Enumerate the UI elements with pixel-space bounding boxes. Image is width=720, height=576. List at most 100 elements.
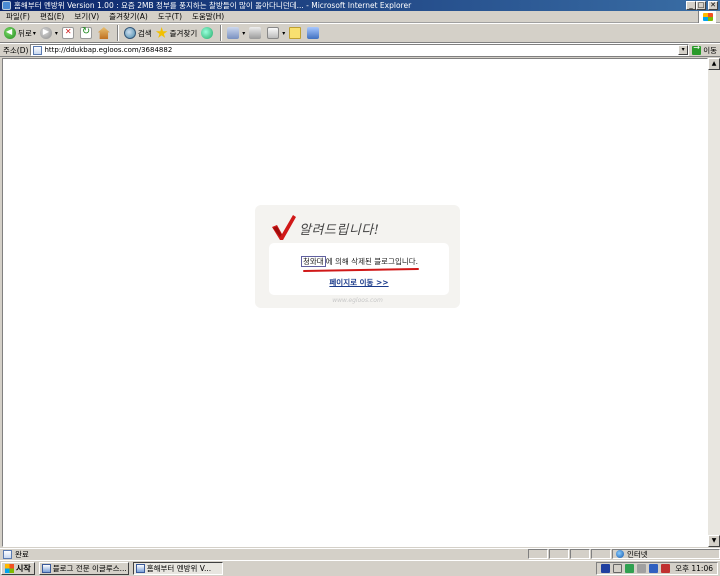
volume-icon[interactable] bbox=[649, 564, 659, 573]
taskbar-item-egloos[interactable]: 블로그 전문 이글루스... bbox=[38, 562, 129, 575]
window-title: 홈해부터 멘방위 Version 1.00 : 요즘 2MB 정부를 풍지하는 … bbox=[14, 1, 412, 10]
minimize-button[interactable]: _ bbox=[686, 1, 696, 10]
standard-toolbar: 뒤로 ▾ ▾ 검색 즐겨찾기 ▾ ▾ bbox=[0, 23, 720, 43]
menu-bar: 파일(F) 편집(E) 보기(V) 즐겨찾기(A) 도구(T) 도움말(H) bbox=[0, 11, 720, 23]
menu-file[interactable]: 파일(F) bbox=[0, 11, 35, 22]
note-button[interactable] bbox=[287, 24, 305, 42]
red-underline bbox=[302, 267, 420, 273]
message-highlight: 청와대 bbox=[301, 256, 326, 267]
mail-icon bbox=[227, 27, 240, 39]
ime-icon[interactable] bbox=[601, 564, 611, 573]
menu-edit[interactable]: 편집(E) bbox=[35, 11, 69, 22]
windows-logo-icon bbox=[703, 13, 713, 21]
page-icon bbox=[33, 45, 43, 55]
address-field[interactable]: ▾ bbox=[30, 44, 690, 56]
antivirus-icon[interactable] bbox=[661, 564, 671, 573]
star-icon bbox=[155, 27, 168, 38]
back-button[interactable]: 뒤로 ▾ bbox=[2, 24, 38, 42]
edit-dropdown-icon[interactable]: ▾ bbox=[282, 30, 285, 37]
message-rest: 에 의해 삭제된 블로그입니다. bbox=[325, 257, 419, 266]
messenger-icon bbox=[307, 27, 320, 39]
back-arrow-icon bbox=[4, 27, 16, 39]
task-label: 홈해부터 멘방위 V... bbox=[146, 564, 212, 573]
menu-tools[interactable]: 도구(T) bbox=[153, 11, 187, 22]
vertical-scrollbar[interactable]: ▲ ▼ bbox=[708, 58, 720, 547]
deleted-message: 청와대 에 의해 삭제된 블로그입니다. bbox=[301, 256, 418, 267]
system-tray: 오후 11:06 bbox=[596, 562, 718, 575]
close-button[interactable]: ✕ bbox=[708, 1, 718, 10]
forward-button[interactable]: ▾ bbox=[38, 24, 60, 42]
address-input[interactable] bbox=[44, 46, 679, 54]
stop-button[interactable] bbox=[60, 24, 78, 42]
security-zone: 인터넷 bbox=[612, 549, 720, 559]
address-bar: 주소(D) ▾ 이동 bbox=[0, 43, 720, 57]
maximize-button[interactable]: □ bbox=[696, 1, 706, 10]
notice-box: 알려드립니다! 청와대 에 의해 삭제된 블로그입니다. 페이지로 이동 >> w… bbox=[255, 205, 460, 308]
taskbar: 시작 블로그 전문 이글루스... 홈해부터 멘방위 V... 오후 11:06 bbox=[0, 560, 720, 576]
back-label: 뒤로 bbox=[18, 28, 32, 38]
address-label: 주소(D) bbox=[3, 45, 29, 55]
edit-button[interactable]: ▾ bbox=[265, 24, 287, 42]
menu-favorites[interactable]: 즐겨찾기(A) bbox=[104, 11, 153, 22]
toolbar-separator bbox=[220, 25, 223, 41]
window-controls: _ □ ✕ bbox=[686, 1, 718, 10]
menu-view[interactable]: 보기(V) bbox=[69, 11, 104, 22]
globe-icon bbox=[616, 550, 624, 558]
print-button[interactable] bbox=[247, 24, 265, 42]
search-button[interactable]: 검색 bbox=[122, 24, 154, 42]
favorites-button[interactable]: 즐겨찾기 bbox=[154, 24, 200, 42]
status-cell bbox=[549, 549, 569, 559]
throbber bbox=[698, 11, 716, 23]
back-dropdown-icon[interactable]: ▾ bbox=[33, 30, 36, 37]
notice-inner-panel: 청와대 에 의해 삭제된 블로그입니다. 페이지로 이동 >> bbox=[269, 243, 449, 295]
start-button[interactable]: 시작 bbox=[1, 562, 35, 575]
printer-icon bbox=[249, 27, 262, 39]
refresh-icon bbox=[79, 26, 92, 39]
security-icon[interactable] bbox=[625, 564, 635, 573]
mail-dropdown-icon[interactable]: ▾ bbox=[242, 30, 245, 37]
status-cell bbox=[570, 549, 590, 559]
home-button[interactable] bbox=[96, 24, 114, 42]
zone-label: 인터넷 bbox=[627, 549, 648, 559]
clock: 오후 11:06 bbox=[675, 564, 713, 573]
status-cell bbox=[591, 549, 611, 559]
go-label: 이동 bbox=[703, 45, 717, 55]
go-to-page-link[interactable]: 페이지로 이동 >> bbox=[269, 277, 449, 288]
notice-heading: 알려드립니다! bbox=[299, 223, 380, 238]
task-label: 블로그 전문 이글루스... bbox=[52, 564, 127, 573]
search-icon bbox=[123, 27, 136, 39]
start-label: 시작 bbox=[16, 564, 31, 573]
keyboard-icon[interactable] bbox=[613, 564, 623, 573]
mail-button[interactable]: ▾ bbox=[225, 24, 247, 42]
ie-icon bbox=[41, 564, 51, 573]
forward-dropdown-icon[interactable]: ▾ bbox=[55, 30, 58, 37]
status-text: 완료 bbox=[15, 549, 29, 559]
media-icon bbox=[201, 27, 214, 39]
toolbar-separator bbox=[116, 25, 119, 41]
scroll-up-icon[interactable]: ▲ bbox=[708, 58, 720, 70]
egloos-footer: www.egloos.com bbox=[332, 297, 383, 304]
stop-icon bbox=[61, 27, 74, 39]
note-icon bbox=[289, 27, 302, 39]
scroll-down-icon[interactable]: ▼ bbox=[708, 535, 720, 547]
status-bar: 완료 인터넷 bbox=[0, 548, 720, 559]
go-button[interactable]: 이동 bbox=[689, 43, 720, 56]
title-bar: 홈해부터 멘방위 Version 1.00 : 요즘 2MB 정부를 풍지하는 … bbox=[0, 0, 720, 11]
home-icon bbox=[97, 27, 110, 39]
media-button[interactable] bbox=[199, 24, 217, 42]
favorites-label: 즐겨찾기 bbox=[169, 28, 198, 38]
messenger-button[interactable] bbox=[305, 24, 323, 42]
windows-logo-icon bbox=[5, 564, 14, 573]
page-done-icon bbox=[3, 549, 12, 559]
go-arrow-icon bbox=[692, 43, 702, 55]
ie-icon bbox=[2, 1, 11, 10]
menu-help[interactable]: 도움말(H) bbox=[187, 11, 229, 22]
ie-icon bbox=[135, 564, 145, 573]
taskbar-item-current[interactable]: 홈해부터 멘방위 V... bbox=[132, 562, 223, 575]
refresh-button[interactable] bbox=[78, 24, 96, 42]
network-icon[interactable] bbox=[637, 564, 647, 573]
page-viewport: 알려드립니다! 청와대 에 의해 삭제된 블로그입니다. 페이지로 이동 >> w… bbox=[2, 58, 708, 547]
address-dropdown-icon[interactable]: ▾ bbox=[678, 45, 689, 55]
forward-arrow-icon bbox=[39, 27, 52, 39]
edit-page-icon bbox=[267, 27, 280, 39]
